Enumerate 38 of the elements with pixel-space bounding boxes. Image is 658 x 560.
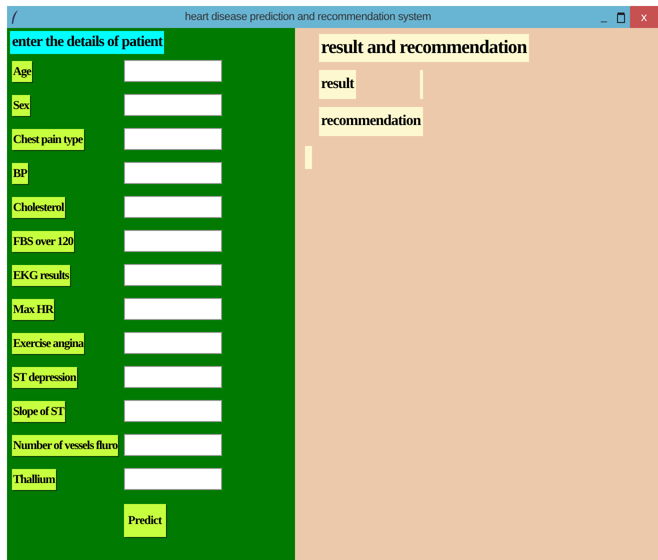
recommendation-output <box>305 146 312 169</box>
field-label: Chest pain type <box>12 128 84 150</box>
field-label: Thallium <box>12 468 56 490</box>
minimize-button[interactable]: _ <box>596 6 612 28</box>
input-field[interactable] <box>124 468 222 490</box>
field-label: Sex <box>12 94 30 116</box>
input-field[interactable] <box>124 400 222 422</box>
input-field[interactable] <box>124 264 222 286</box>
field-label: Age <box>12 60 32 82</box>
close-button[interactable]: x <box>630 6 658 28</box>
result-label: result <box>319 70 356 99</box>
input-field[interactable] <box>124 434 222 456</box>
field-label: ST depression <box>12 366 77 388</box>
recommendation-label: recommendation <box>319 107 423 136</box>
field-label: Cholesterol <box>12 196 65 218</box>
predict-button[interactable]: Predict <box>124 504 166 537</box>
input-field[interactable] <box>124 366 222 388</box>
input-field[interactable] <box>124 128 222 150</box>
panel-heading: enter the details of patient <box>10 31 164 54</box>
field-label: Number of vessels fluro <box>12 434 118 456</box>
panel-heading: result and recommendation <box>319 34 529 62</box>
input-field[interactable] <box>124 332 222 354</box>
input-field[interactable] <box>124 94 222 116</box>
input-field[interactable] <box>124 230 222 252</box>
input-field[interactable] <box>124 298 222 320</box>
field-label: Max HR <box>12 298 54 320</box>
field-label: EKG results <box>12 264 70 286</box>
result-output <box>420 70 423 99</box>
window-title: heart disease prediction and recommendation system <box>184 11 432 23</box>
field-label: BP <box>12 162 28 184</box>
field-label: Exercise angina <box>12 332 84 354</box>
restore-icon[interactable] <box>617 12 625 22</box>
input-field[interactable] <box>124 60 222 82</box>
field-label: FBS over 120 <box>12 230 74 252</box>
feather-icon <box>10 9 20 25</box>
field-label: Slope of ST <box>12 400 65 422</box>
input-field[interactable] <box>124 162 222 184</box>
input-field[interactable] <box>124 196 222 218</box>
